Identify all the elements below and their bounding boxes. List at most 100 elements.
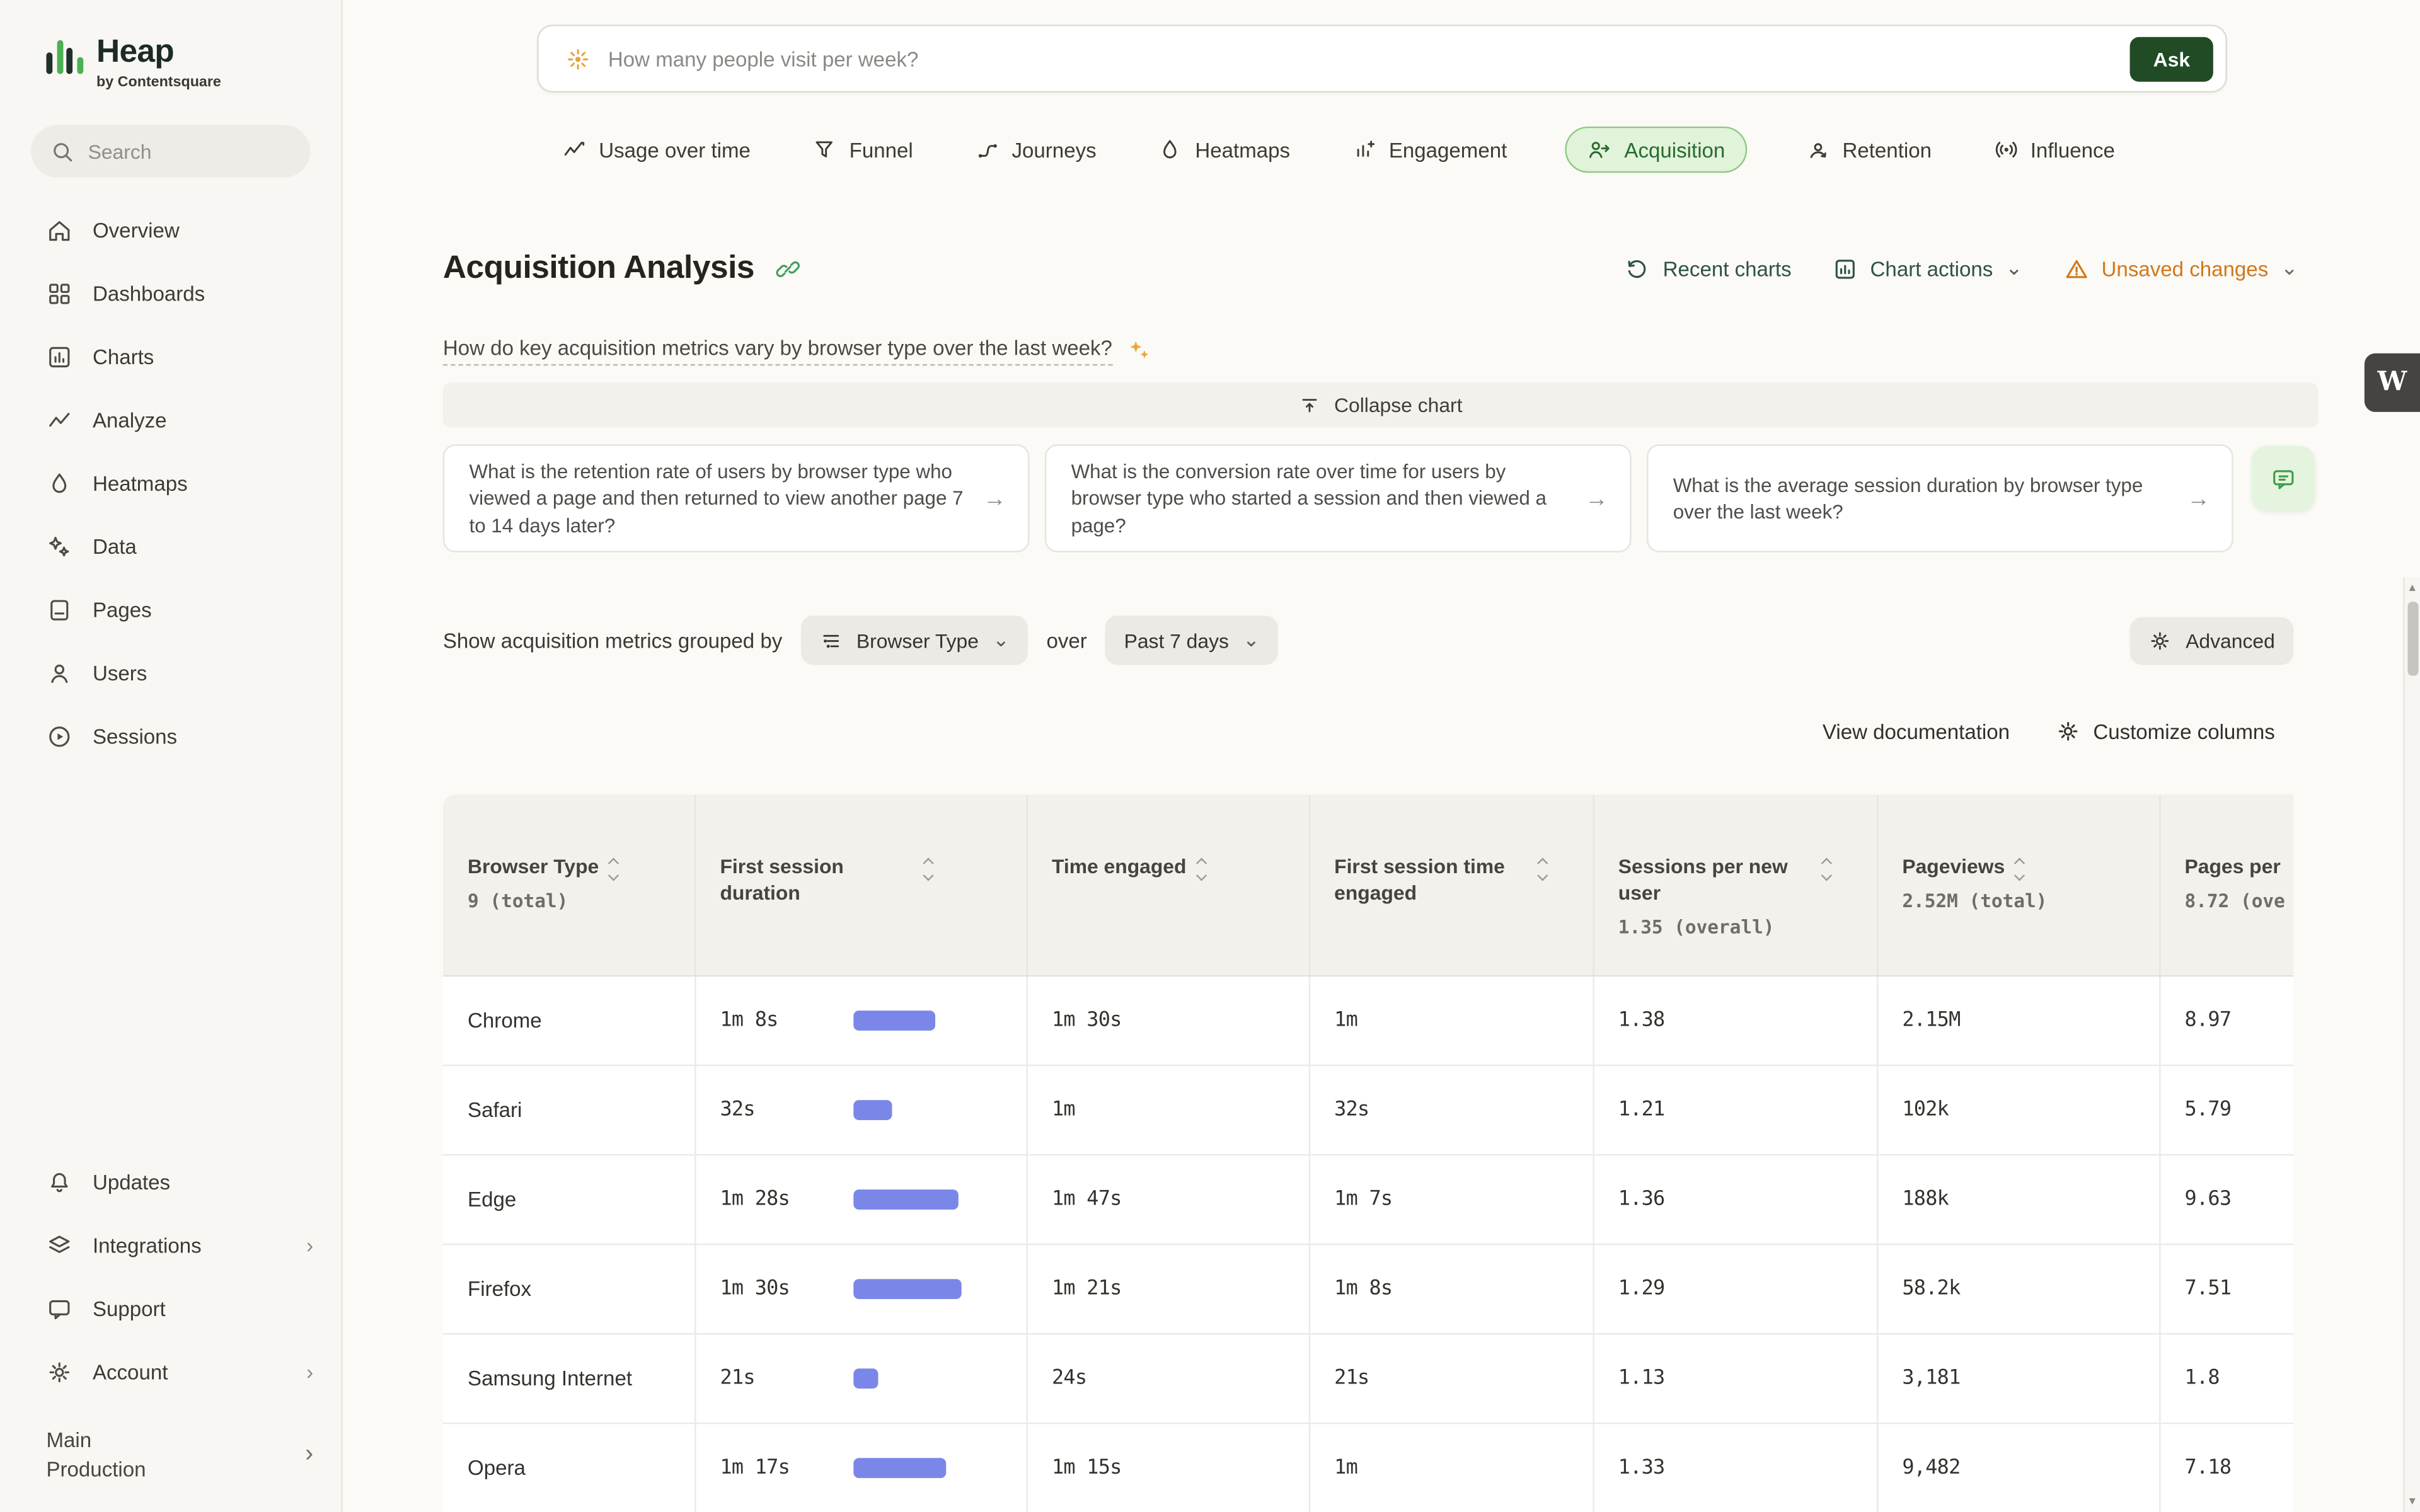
sidebar-item-support[interactable]: Support [0, 1278, 341, 1341]
chart-question[interactable]: How do key acquisition metrics vary by b… [443, 336, 1112, 366]
ask-bar[interactable]: Ask [537, 25, 2227, 93]
sidebar-item-heatmaps[interactable]: Heatmaps [0, 452, 341, 515]
col-pageviews[interactable]: Pageviews 2.52M (total) [1877, 794, 2159, 975]
table-row[interactable]: Firefox 1m 30s 1m 21s 1m 8s 1.29 58.2k 7… [443, 1244, 2293, 1333]
sidebar-item-account[interactable]: Account › [0, 1341, 341, 1404]
tab-heatmaps[interactable]: Heatmaps [1155, 127, 1293, 173]
sort-icons[interactable] [1822, 853, 1829, 879]
sidebar-item-data[interactable]: Data [0, 515, 341, 578]
sidebar-item-sessions[interactable]: Sessions [0, 705, 341, 768]
recent-charts-icon [1624, 255, 1651, 282]
table-row[interactable]: Chrome 1m 8s 1m 30s 1m 1.38 2.15M 8.97 [443, 975, 2293, 1065]
tab-influence[interactable]: Influence [1990, 127, 2118, 173]
tab-usage-over-time[interactable]: Usage over time [559, 127, 754, 173]
brand-byline: by Contentsquare [96, 74, 221, 91]
sessions-per-new-user-cell: 1.33 [1593, 1423, 1877, 1512]
col-time-engaged[interactable]: Time engaged [1027, 794, 1309, 975]
unsaved-changes-button[interactable]: Unsaved changes ⌄ [2063, 255, 2298, 282]
pageviews-cell: 2.15M [1877, 975, 2159, 1065]
collapse-icon [1299, 393, 1322, 416]
sidebar-item-analyze[interactable]: Analyze [0, 389, 341, 452]
grid-icon [46, 281, 72, 307]
advanced-button[interactable]: Advanced [2130, 616, 2293, 664]
w-overlay-badge[interactable]: W [2365, 353, 2420, 412]
pages-per-cell: 9.63 [2159, 1154, 2293, 1244]
group-by-dropdown[interactable]: Browser Type ⌄ [801, 616, 1028, 665]
suggested-question-card[interactable]: What is the retention rate of users by b… [443, 444, 1030, 552]
sidebar-item-users[interactable]: Users [0, 642, 341, 705]
duration-bar [853, 1099, 891, 1120]
suggested-question-card[interactable]: What is the conversion rate over time fo… [1045, 444, 1632, 552]
table-row[interactable]: Samsung Internet 21s 24s 21s 1.13 3,181 … [443, 1333, 2293, 1423]
heap-logo[interactable]: Heap by Contentsquare [0, 34, 341, 91]
scrollbar-thumb[interactable] [2407, 602, 2417, 676]
sidebar-item-integrations[interactable]: Integrations › [0, 1214, 341, 1277]
pages-per-cell: 1.8 [2159, 1333, 2293, 1423]
col-first-session-duration[interactable]: First session duration [694, 794, 1027, 975]
vertical-scrollbar[interactable]: ▲ ▼ [2403, 577, 2420, 1512]
sort-icons[interactable] [609, 853, 617, 879]
tab-retention[interactable]: Retention [1802, 127, 1935, 173]
tab-engagement[interactable]: Engagement [1349, 127, 1510, 173]
chat-icon [2270, 465, 2296, 491]
pages-per-cell: 8.97 [2159, 975, 2293, 1065]
scroll-down-arrow[interactable]: ▼ [2404, 1491, 2420, 1512]
sidebar-item-overview[interactable]: Overview [0, 199, 341, 262]
chevron-down-icon: ⌄ [993, 628, 1010, 653]
suggested-question-card[interactable]: What is the average session duration by … [1647, 444, 2233, 552]
sort-icons[interactable] [924, 853, 931, 879]
col-pages-per[interactable]: Pages per 8.72 (ove [2159, 794, 2293, 975]
sort-icons[interactable] [2015, 853, 2023, 879]
suggested-question-text: What is the conversion rate over time fo… [1071, 459, 1570, 539]
col-first-session-time-engaged[interactable]: First session time engaged [1309, 794, 1593, 975]
trend-line-icon [46, 408, 72, 434]
sidebar-item-updates[interactable]: Updates [0, 1151, 341, 1214]
sidebar-item-pages[interactable]: Pages [0, 578, 341, 641]
table-header-row: Browser Type 9 (total) First session dur… [443, 794, 2293, 975]
scroll-up-arrow[interactable]: ▲ [2404, 577, 2420, 598]
home-icon [46, 217, 72, 244]
tab-journeys[interactable]: Journeys [972, 127, 1100, 173]
page-icon [46, 597, 72, 624]
table-row[interactable]: Opera 1m 17s 1m 15s 1m 1.33 9,482 7.18 [443, 1423, 2293, 1512]
first-session-duration-cell: 32s [694, 1065, 1027, 1154]
feedback-chat-button[interactable] [2252, 446, 2315, 511]
col-sessions-per-new-user[interactable]: Sessions per new user 1.35 (overall) [1593, 794, 1877, 975]
sidebar-item-charts[interactable]: Charts [0, 326, 341, 389]
customize-columns-button[interactable]: Customize columns [2056, 719, 2275, 743]
date-range-dropdown[interactable]: Past 7 days ⌄ [1105, 616, 1278, 665]
gear-icon [2148, 629, 2172, 652]
time-engaged-cell: 1m 21s [1027, 1244, 1309, 1333]
chart-actions-button[interactable]: Chart actions ⌄ [1831, 255, 2022, 282]
sidebar-item-dashboards[interactable]: Dashboards [0, 262, 341, 325]
sessions-per-new-user-cell: 1.29 [1593, 1244, 1877, 1333]
collapse-chart-button[interactable]: Collapse chart [443, 382, 2319, 427]
sort-icons[interactable] [1538, 853, 1545, 879]
browser-cell: Safari [443, 1065, 694, 1154]
layers-icon [46, 1233, 72, 1259]
tab-acquisition[interactable]: Acquisition [1565, 127, 1746, 173]
duration-bar [853, 1368, 877, 1388]
sidebar-nav: Overview Dashboards Charts Analyze Heatm… [0, 199, 341, 769]
environment-switcher[interactable]: Main Production › [0, 1404, 341, 1491]
ask-input[interactable] [608, 47, 2130, 71]
search-input[interactable] [88, 140, 289, 163]
bar-chart-icon [46, 344, 72, 370]
ask-button[interactable]: Ask [2130, 37, 2213, 81]
recent-charts-button[interactable]: Recent charts [1624, 255, 1791, 282]
sidebar-search[interactable] [31, 125, 310, 177]
copy-link-icon[interactable] [775, 255, 801, 282]
col-browser-type[interactable]: Browser Type 9 (total) [443, 794, 694, 975]
sparkle-icon [1126, 338, 1153, 364]
table-actions: View documentation Customize columns [443, 719, 2293, 743]
table-row[interactable]: Edge 1m 28s 1m 47s 1m 7s 1.36 188k 9.63 [443, 1154, 2293, 1244]
view-documentation-link[interactable]: View documentation [1823, 719, 2010, 743]
sessions-per-new-user-cell: 1.36 [1593, 1154, 1877, 1244]
chevron-right-icon: › [306, 1361, 313, 1384]
flame-icon [46, 471, 72, 497]
first-session-duration-cell: 1m 17s [694, 1423, 1027, 1512]
sort-icons[interactable] [1197, 853, 1205, 879]
table-row[interactable]: Safari 32s 1m 32s 1.21 102k 5.79 [443, 1065, 2293, 1154]
gear-icon [46, 1360, 72, 1386]
tab-funnel[interactable]: Funnel [809, 127, 916, 173]
